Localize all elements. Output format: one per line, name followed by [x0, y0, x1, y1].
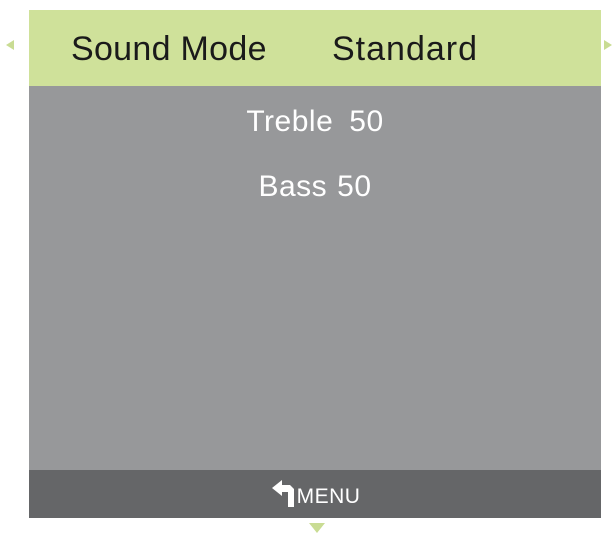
treble-row[interactable]: Treble 50	[29, 105, 601, 139]
bass-label: Bass	[258, 170, 328, 203]
right-arrow-icon[interactable]	[604, 40, 612, 50]
treble-value: 50	[349, 105, 384, 138]
menu-button[interactable]: MENU	[29, 479, 601, 509]
bass-row[interactable]: Bass 50	[29, 170, 601, 204]
sound-settings-panel: Sound Mode Standard Treble 50 Bass 50 MENU	[29, 10, 601, 518]
bass-value: 50	[337, 170, 372, 203]
treble-label: Treble	[246, 105, 334, 138]
sound-mode-label: Sound Mode	[71, 30, 267, 68]
return-arrow-icon	[271, 480, 294, 507]
left-arrow-icon[interactable]	[6, 40, 14, 50]
sound-mode-row[interactable]: Sound Mode Standard	[29, 10, 601, 86]
down-arrow-icon[interactable]	[309, 523, 325, 533]
menu-bar: MENU	[29, 470, 601, 518]
sound-mode-value[interactable]: Standard	[332, 30, 478, 69]
menu-label: MENU	[296, 485, 361, 508]
